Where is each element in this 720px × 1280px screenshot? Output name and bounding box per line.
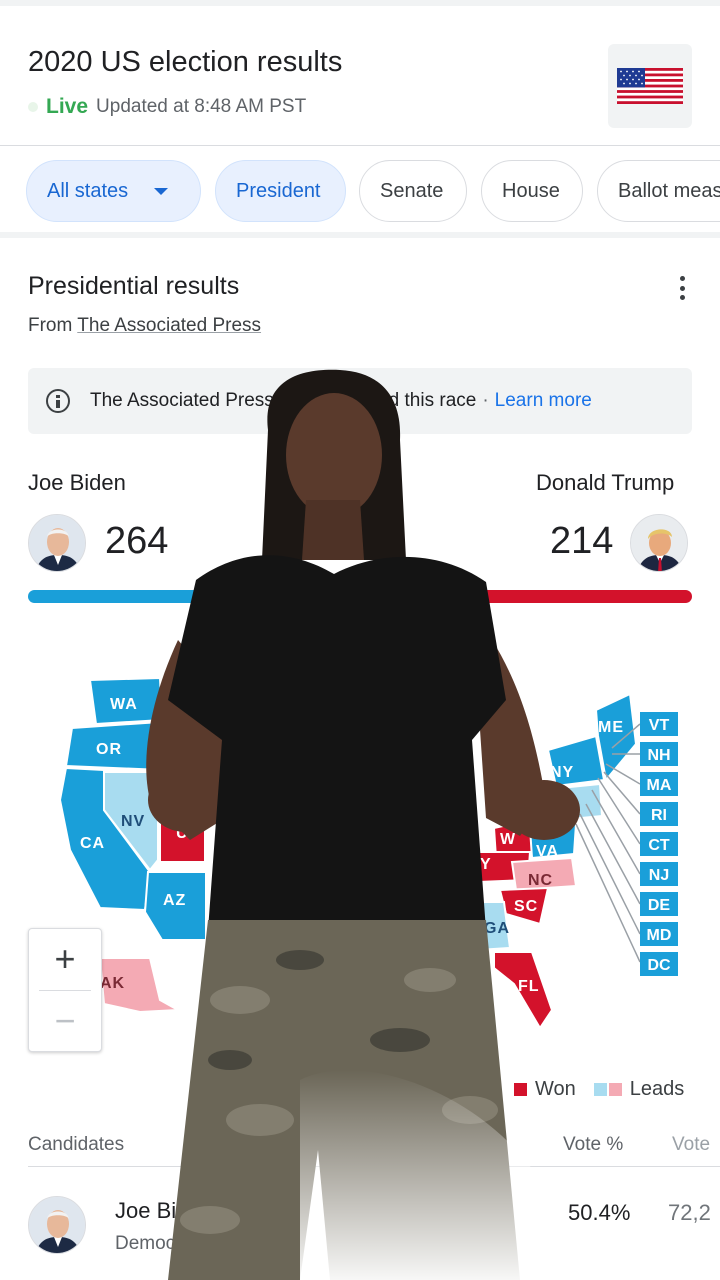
source-prefix: From	[28, 315, 73, 336]
label-sc: SC	[514, 898, 538, 915]
col-candidates: Candidates	[28, 1134, 125, 1155]
map-legend: Won Leads	[514, 1078, 684, 1101]
row-candidate-name: Joe Biden	[115, 1198, 213, 1223]
source-line: From The Associated Press	[28, 315, 261, 337]
electoral-map[interactable]: VT NH MA RI CT NJ DE MD DC WA OR NV CA AZ AK U M…	[0, 640, 720, 1060]
trump-electoral-votes: 214	[550, 520, 614, 562]
label-va: VA	[536, 843, 559, 860]
zoom-out-button[interactable]: −	[29, 991, 101, 1051]
candidate-left-name: Joe Biden	[28, 470, 126, 495]
small-state-label-ma: MA	[647, 777, 672, 794]
label-ak: AK	[100, 975, 125, 992]
candidate-right-name: Donald Trump	[536, 470, 675, 495]
small-state-label-ct: CT	[648, 837, 670, 854]
label-az: AZ	[163, 892, 186, 909]
electoral-bar-biden	[28, 590, 354, 603]
electoral-bar-trump	[428, 590, 692, 603]
legend-leads: Leads	[629, 1078, 685, 1100]
chip-ballot-measures[interactable]: Ballot meas	[597, 160, 720, 222]
label-me: ME	[598, 719, 624, 736]
info-icon	[46, 389, 70, 413]
label-nv: NV	[121, 813, 145, 830]
small-state-label-vt: VT	[649, 717, 670, 734]
notice-separator: ·	[482, 390, 489, 411]
label-or: OR	[96, 741, 122, 758]
live-status: Live Updated at 8:48 AM PST	[28, 95, 306, 119]
small-state-label-ri: RI	[651, 807, 667, 824]
label-ca: CA	[80, 835, 105, 852]
chip-senate[interactable]: Senate	[359, 160, 467, 222]
row-party: Democratic Party	[115, 1233, 261, 1254]
results-header: 2020 US election results Live Updated at…	[0, 0, 720, 146]
label-ny: NY	[550, 764, 574, 781]
chip-label: House	[502, 179, 560, 202]
map-zoom-controls: + −	[28, 928, 102, 1052]
small-state-label-nj: NJ	[649, 867, 669, 884]
label-ky: Y	[480, 856, 492, 873]
updated-text: Updated at 8:48 AM PST	[96, 96, 307, 117]
live-label: Live	[46, 95, 89, 118]
small-state-label-nh: NH	[647, 747, 670, 764]
table-divider	[28, 1166, 720, 1167]
chip-president[interactable]: President	[215, 160, 346, 222]
row-biden-avatar	[28, 1196, 86, 1254]
leads-rep-swatch	[608, 1083, 622, 1096]
row-votes: 72,2	[668, 1200, 711, 1225]
source-link[interactable]: The Associated Press	[77, 315, 261, 336]
col-votes: Vote	[672, 1134, 711, 1155]
biden-avatar	[28, 514, 86, 572]
leads-dem-swatch	[593, 1083, 607, 1096]
chip-all-states[interactable]: All states	[26, 160, 201, 222]
dropdown-caret-icon	[154, 187, 169, 195]
small-state-label-de: DE	[648, 897, 671, 914]
notice-text-b: called this race	[349, 390, 477, 411]
learn-more-link[interactable]: Learn more	[495, 390, 592, 412]
chip-house[interactable]: House	[481, 160, 583, 222]
chip-label: All states	[47, 179, 129, 202]
label-wa: WA	[110, 696, 138, 713]
us-flag-icon	[617, 68, 683, 104]
label-fl: FL	[518, 978, 540, 995]
legend-won: Won	[535, 1078, 576, 1100]
label-ut: U	[176, 825, 189, 842]
small-state-label-md: MD	[647, 927, 672, 944]
label-wv: W	[500, 831, 516, 848]
section-title: Presidential results	[28, 272, 240, 300]
chip-label: Ballot meas	[618, 179, 720, 202]
row-vote-pct: 50.4%	[568, 1200, 631, 1225]
filter-chips: All states President Senate House Ballot…	[0, 146, 720, 238]
chip-label: Senate	[380, 179, 444, 202]
live-dot-icon	[28, 102, 38, 112]
biden-electoral-votes: 264	[105, 520, 169, 562]
more-options-icon[interactable]	[672, 276, 692, 300]
flag-thumbnail[interactable]	[608, 44, 692, 128]
page-title: 2020 US election results	[28, 46, 343, 78]
zoom-in-button[interactable]: +	[29, 929, 101, 989]
small-state-label-dc: DC	[647, 957, 671, 974]
notice-text-a: The Associated Press h	[90, 390, 290, 411]
label-ga: GA	[484, 920, 510, 937]
label-nc: NC	[528, 872, 553, 889]
chip-label: President	[236, 179, 321, 202]
trump-avatar	[630, 514, 688, 572]
won-swatch	[514, 1083, 527, 1096]
race-call-notice: The Associated Press h called this race …	[28, 368, 692, 434]
col-vote-pct: Vote %	[563, 1134, 624, 1155]
